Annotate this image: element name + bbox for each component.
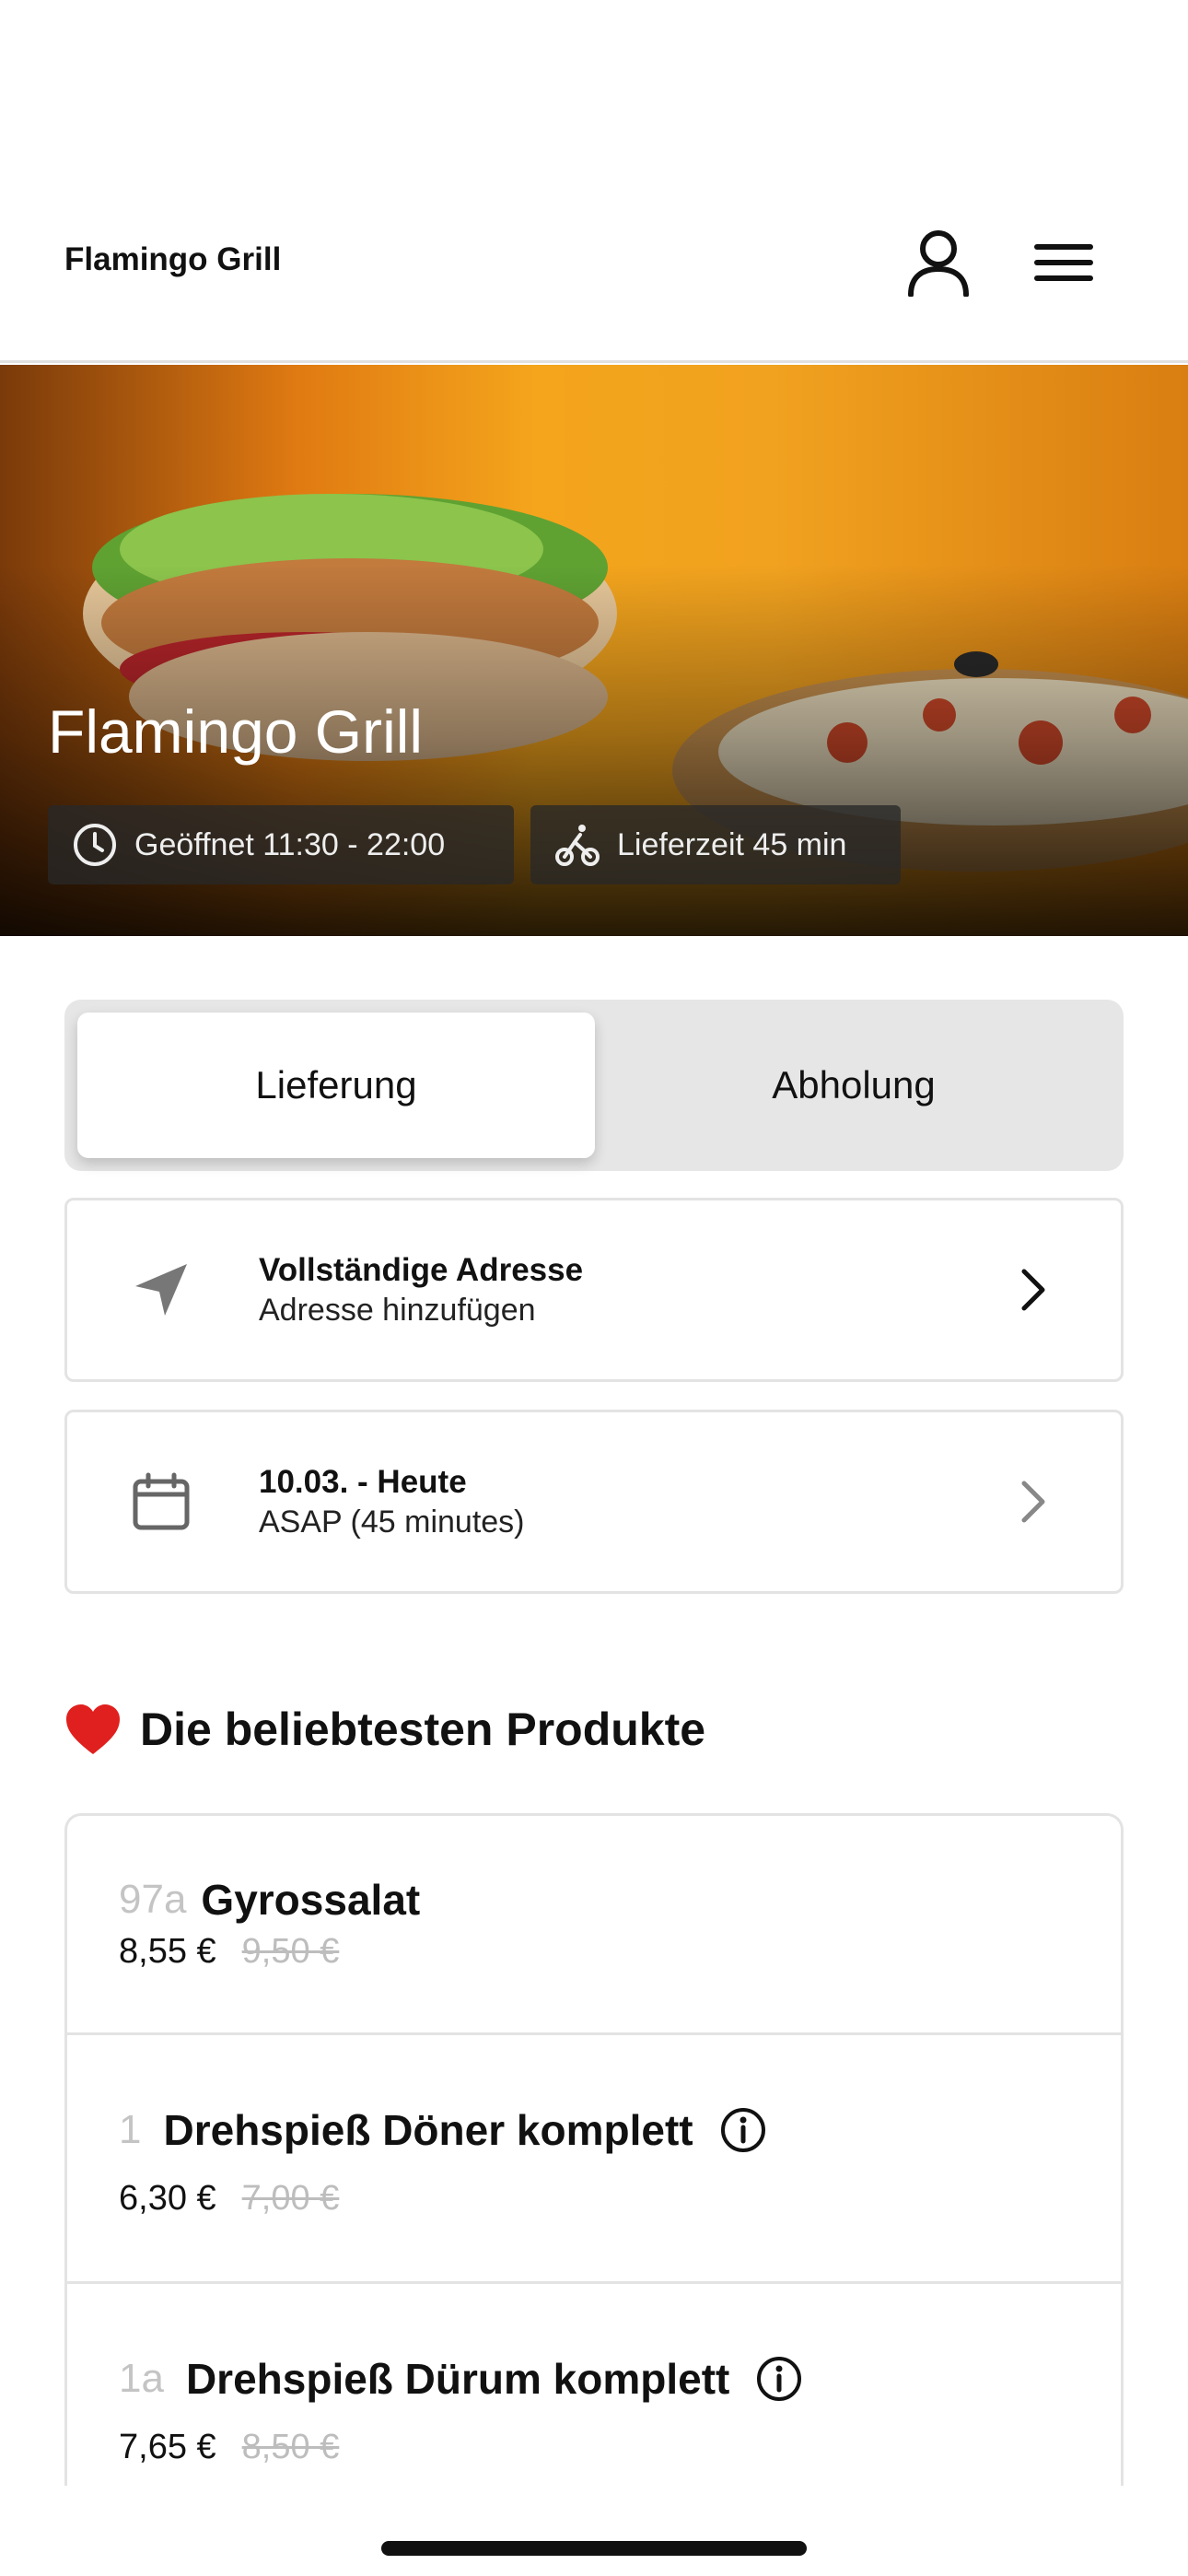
restaurant-title: Flamingo Grill <box>48 697 424 766</box>
chevron-right-icon <box>1019 1267 1047 1313</box>
calendar-icon <box>132 1472 191 1531</box>
product-old-price: 7,00 € <box>241 2179 340 2218</box>
product-number: 97a <box>119 1877 187 1922</box>
delivery-time-chip: Lieferzeit 45 min <box>530 805 901 884</box>
product-name: Gyrossalat <box>201 1876 421 1924</box>
delivery-date: 10.03. - Heute <box>259 1464 467 1500</box>
tab-lieferung[interactable]: Lieferung <box>77 1013 595 1158</box>
opening-hours-label: Geöffnet 11:30 - 22:00 <box>134 826 446 862</box>
product-price: 7,65 € <box>119 2428 216 2466</box>
delivery-time-option: ASAP (45 minutes) <box>259 1505 525 1540</box>
product-prices: 8,55 € 9,50 € <box>119 1932 339 1972</box>
product-number: 1a <box>119 2356 164 2401</box>
delivery-time-label: Lieferzeit 45 min <box>617 826 847 862</box>
heart-icon <box>64 1703 122 1756</box>
chevron-right-icon <box>1019 1479 1047 1525</box>
bicycle-icon <box>554 822 600 868</box>
account-button[interactable] <box>897 221 980 304</box>
user-icon <box>908 230 969 297</box>
product-item[interactable]: 97a Gyrossalat 8,55 € 9,50 € <box>67 1816 1121 2035</box>
product-name: Drehspieß Dürum komplett <box>185 2355 730 2403</box>
info-icon[interactable] <box>755 2355 803 2403</box>
popular-products-list: 97a Gyrossalat 8,55 € 9,50 € 1 Drehspieß… <box>64 1813 1124 2486</box>
brand-name[interactable]: Flamingo Grill <box>64 241 281 278</box>
location-arrow-icon <box>132 1260 191 1319</box>
product-prices: 7,65 € 8,50 € <box>119 2428 339 2467</box>
delivery-time-selector[interactable]: 10.03. - Heute ASAP (45 minutes) <box>64 1410 1124 1594</box>
info-icon[interactable] <box>719 2106 767 2154</box>
product-item[interactable]: 1a Drehspieß Dürum komplett 7,65 € 8,50 … <box>67 2284 1121 2486</box>
address-selector[interactable]: Vollständige Adresse Adresse hinzufügen <box>64 1198 1124 1382</box>
product-old-price: 8,50 € <box>241 2428 340 2466</box>
product-price: 6,30 € <box>119 2179 216 2218</box>
product-prices: 6,30 € 7,00 € <box>119 2179 339 2219</box>
product-number: 1 <box>119 2107 142 2152</box>
hero-banner: Flamingo Grill Geöffnet 11:30 - 22:00 Li… <box>0 365 1188 936</box>
popular-products-heading: Die beliebtesten Produkte <box>64 1703 705 1756</box>
product-price: 8,55 € <box>119 1932 216 1971</box>
product-name: Drehspieß Döner komplett <box>163 2106 693 2154</box>
app-header: Flamingo Grill <box>0 0 1188 363</box>
address-subtitle: Adresse hinzufügen <box>259 1293 536 1328</box>
popular-products-title: Die beliebtesten Produkte <box>140 1704 706 1755</box>
menu-button[interactable] <box>1022 221 1105 304</box>
product-name-line: 1 Drehspieß Döner komplett <box>119 2105 767 2155</box>
product-name-line: 1a Drehspieß Dürum komplett <box>119 2354 803 2404</box>
menu-icon <box>1034 244 1093 281</box>
product-old-price: 9,50 € <box>241 1932 340 1971</box>
product-name-line: 97a Gyrossalat <box>119 1875 420 1925</box>
address-title: Vollständige Adresse <box>259 1252 584 1288</box>
clock-icon <box>72 822 118 868</box>
tab-abholung[interactable]: Abholung <box>595 1013 1112 1158</box>
home-indicator[interactable] <box>381 2541 807 2556</box>
delivery-mode-toggle: Lieferung Abholung <box>64 1000 1124 1171</box>
opening-hours-chip: Geöffnet 11:30 - 22:00 <box>48 805 514 884</box>
product-item[interactable]: 1 Drehspieß Döner komplett 6,30 € 7,00 € <box>67 2035 1121 2284</box>
